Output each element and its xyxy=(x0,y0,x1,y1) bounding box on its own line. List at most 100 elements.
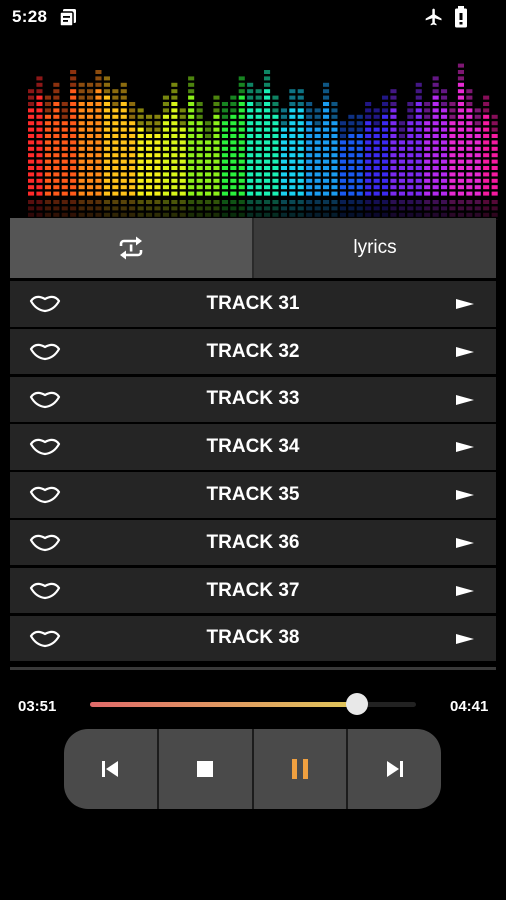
track-row[interactable]: TRACK 36 xyxy=(10,519,496,566)
heart-outline-icon[interactable] xyxy=(28,628,62,648)
heart-outline-icon[interactable] xyxy=(28,436,62,456)
visualizer-bar xyxy=(255,89,262,220)
visualizer-bar xyxy=(230,95,237,220)
visualizer-bar xyxy=(78,82,85,220)
visualizer-bar xyxy=(120,82,127,220)
visualizer-bar xyxy=(441,89,448,220)
audio-visualizer xyxy=(28,63,498,220)
heart-outline-icon[interactable] xyxy=(28,532,62,552)
track-list[interactable]: TRACK 31 TRACK 32 TRACK 33 TRACK 34 TRAC… xyxy=(10,281,496,670)
heart-outline-icon[interactable] xyxy=(28,484,62,504)
visualizer-bar xyxy=(95,70,102,220)
battery-icon xyxy=(455,6,467,28)
visualizer-bar xyxy=(146,114,153,220)
seek-thumb[interactable] xyxy=(346,693,369,715)
tab-bar: lyrics xyxy=(10,218,496,278)
track-row[interactable]: TRACK 37 xyxy=(10,567,496,614)
visualizer-bar xyxy=(53,82,60,220)
track-title: TRACK 36 xyxy=(206,531,300,553)
repeat-one-icon xyxy=(119,236,143,260)
current-time: 03:51 xyxy=(18,698,57,715)
visualizer-bar xyxy=(247,82,254,220)
play-arrow-icon[interactable] xyxy=(456,346,474,358)
track-row[interactable]: TRACK 34 xyxy=(10,424,496,470)
visualizer-bar xyxy=(87,82,94,220)
visualizer-bar xyxy=(36,76,43,220)
visualizer-bar xyxy=(306,102,313,220)
visualizer-bar xyxy=(213,95,220,220)
track-title: TRACK 32 xyxy=(206,340,300,362)
visualizer-bar xyxy=(382,95,389,220)
clipboard-icon xyxy=(59,9,76,27)
visualizer-bar xyxy=(457,63,464,220)
tab-repeat[interactable] xyxy=(10,218,252,278)
stop-button[interactable] xyxy=(159,729,254,809)
track-title: TRACK 38 xyxy=(206,627,300,649)
visualizer-bar xyxy=(415,82,422,220)
visualizer-bar xyxy=(221,102,228,220)
track-row[interactable]: TRACK 38 xyxy=(10,615,496,662)
track-row[interactable]: TRACK 31 xyxy=(10,281,496,327)
visualizer-bar xyxy=(272,95,279,220)
track-row[interactable]: TRACK 32 xyxy=(10,328,496,375)
visualizer-bar xyxy=(348,114,355,220)
status-bar: 5:28 xyxy=(0,0,506,36)
visualizer-bar xyxy=(238,76,245,220)
seek-bar[interactable] xyxy=(90,690,416,718)
visualizer-bar xyxy=(356,114,363,220)
visualizer-bar xyxy=(483,95,490,220)
visualizer-bar xyxy=(491,114,498,220)
visualizer-bar xyxy=(339,121,346,220)
play-arrow-icon[interactable] xyxy=(456,633,474,645)
previous-icon xyxy=(102,761,119,777)
track-title: TRACK 34 xyxy=(206,436,300,458)
track-title: TRACK 33 xyxy=(206,388,300,410)
tab-lyrics[interactable]: lyrics xyxy=(252,218,496,278)
play-arrow-icon[interactable] xyxy=(456,537,474,549)
next-icon xyxy=(386,761,403,777)
visualizer-bar xyxy=(331,102,338,220)
visualizer-bar xyxy=(373,108,380,220)
visualizer-bar xyxy=(103,76,110,220)
airplane-icon xyxy=(425,8,442,26)
visualizer-bar xyxy=(196,102,203,220)
total-time: 04:41 xyxy=(450,698,489,715)
visualizer-bar xyxy=(398,121,405,220)
play-arrow-icon[interactable] xyxy=(456,298,474,310)
tab-lyrics-label: lyrics xyxy=(353,237,397,258)
visualizer-bar xyxy=(70,70,77,220)
visualizer-bar xyxy=(112,89,119,220)
track-title: TRACK 31 xyxy=(206,292,300,314)
play-arrow-icon[interactable] xyxy=(456,394,474,406)
play-arrow-icon[interactable] xyxy=(456,585,474,597)
track-row[interactable]: TRACK 35 xyxy=(10,472,496,518)
visualizer-bar xyxy=(129,102,136,220)
heart-outline-icon[interactable] xyxy=(28,341,62,361)
visualizer-bar xyxy=(188,76,195,220)
visualizer-bar xyxy=(407,102,414,220)
visualizer-bar xyxy=(264,70,271,220)
pause-button[interactable] xyxy=(254,729,349,809)
pause-icon xyxy=(291,759,308,779)
visualizer-bar xyxy=(44,95,51,220)
visualizer-bar xyxy=(365,102,372,220)
visualizer-bar xyxy=(424,102,431,220)
visualizer-bar xyxy=(289,89,296,220)
heart-outline-icon[interactable] xyxy=(28,293,62,313)
previous-button[interactable] xyxy=(64,729,159,809)
visualizer-bar xyxy=(390,89,397,220)
play-arrow-icon[interactable] xyxy=(456,489,474,501)
seek-progress xyxy=(90,702,358,707)
track-title: TRACK 37 xyxy=(206,579,300,601)
visualizer-bar xyxy=(323,82,330,220)
track-row[interactable]: TRACK 33 xyxy=(10,376,496,423)
play-arrow-icon[interactable] xyxy=(456,441,474,453)
heart-outline-icon[interactable] xyxy=(28,580,62,600)
visualizer-bar xyxy=(314,108,321,220)
status-time: 5:28 xyxy=(12,7,48,26)
visualizer-bar xyxy=(205,121,212,220)
next-button[interactable] xyxy=(348,729,441,809)
visualizer-bar xyxy=(449,102,456,220)
playback-controls xyxy=(64,729,441,809)
heart-outline-icon[interactable] xyxy=(28,389,62,409)
